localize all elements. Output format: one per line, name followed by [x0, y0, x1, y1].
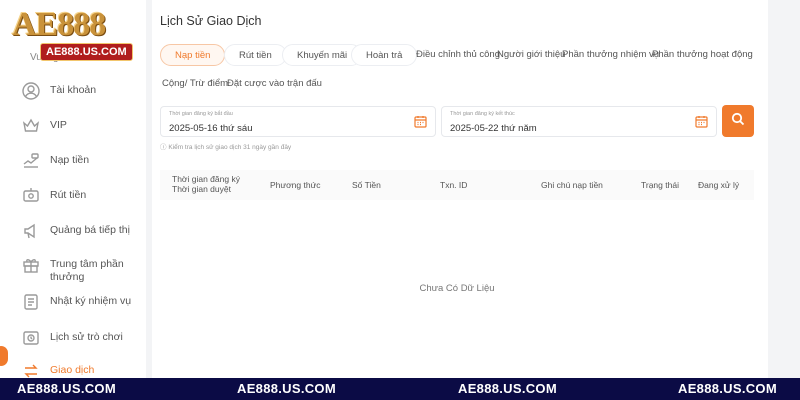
tab-task-reward[interactable]: Phần thưởng nhiệm vụ: [562, 44, 659, 66]
sidebar-item-label: Nhật ký nhiệm vụ: [50, 295, 132, 307]
task-icon: [22, 293, 40, 311]
tab-manual-adjust[interactable]: Điều chỉnh thủ công: [416, 44, 500, 66]
withdraw-icon: [22, 187, 40, 205]
tab-referrer[interactable]: Người giới thiệu: [497, 44, 565, 66]
user-icon: [22, 82, 40, 100]
table-header: Thời gian đăng ký Thời gian duyệt Phương…: [160, 170, 754, 200]
footer-url: AE888.US.COM: [17, 381, 116, 396]
sidebar-item-label: VIP: [50, 119, 67, 131]
col-time-approved: Thời gian duyệt: [172, 184, 231, 194]
search-button[interactable]: [722, 105, 754, 137]
sidebar-item-label: Trung tâm phần thưởng: [50, 258, 124, 283]
logo-wordmark: AE888: [12, 6, 106, 43]
start-date-field[interactable]: Thời gian đăng ký bắt đầu 2025-05-16 thứ…: [160, 106, 436, 137]
end-date-value: 2025-05-22 thứ năm: [450, 123, 537, 134]
sidebar-item-rewards[interactable]: Trung tâm phần thưởng: [22, 256, 142, 284]
col-time: Thời gian đăng ký Thời gian duyệt: [172, 174, 240, 194]
footer-url: AE888.US.COM: [237, 381, 336, 396]
start-date-value: 2025-05-16 thứ sáu: [169, 123, 253, 134]
sidebar-item-label: Rút tiền: [50, 189, 87, 201]
empty-state: Chưa Có Dữ Liệu: [419, 283, 495, 294]
calendar-icon[interactable]: [414, 115, 427, 128]
col-txn-id: Txn. ID: [440, 180, 468, 190]
col-note: Ghi chú nạp tiền: [541, 180, 603, 190]
deposit-icon: [22, 152, 40, 170]
page-title: Lịch Sử Giao Dịch: [160, 14, 262, 28]
tab-match-bets[interactable]: Đặt cược vào trận đấu: [227, 73, 322, 95]
sidebar-item-label: Lịch sử trò chơi: [50, 331, 123, 343]
col-processing: Đang xử lý: [698, 180, 740, 190]
sidebar-item-task-log[interactable]: Nhật ký nhiệm vụ: [22, 293, 142, 311]
sidebar-item-label: Giao dịch: [50, 364, 95, 376]
end-date-label: Thời gian đăng ký kết thúc: [450, 111, 515, 117]
start-date-label: Thời gian đăng ký bắt đầu: [169, 111, 233, 117]
calendar-icon[interactable]: [695, 115, 708, 128]
transaction-icon: [22, 362, 40, 378]
transaction-history-panel: Lịch Sử Giao Dịch Nạp tiền Rút tiền Khuy…: [152, 0, 768, 378]
vip-icon: [22, 117, 40, 135]
footer-url: AE888.US.COM: [678, 381, 777, 396]
hint-text: Kiểm tra lịch sử giao dịch 31 ngày gần đ…: [168, 144, 292, 151]
brand-logo[interactable]: AE888 AE888.US.COM: [0, 0, 148, 64]
sidebar-item-label: Nạp tiền: [50, 154, 90, 166]
sidebar-item-account[interactable]: Tài khoản: [22, 82, 142, 100]
col-amount: Số Tiền: [352, 180, 381, 190]
tab-activity-reward[interactable]: Phần thưởng hoạt động: [652, 44, 753, 66]
tab-deposit[interactable]: Nạp tiền: [160, 44, 226, 66]
sidebar-item-deposit[interactable]: Nạp tiền: [22, 152, 142, 170]
gift-icon: [22, 256, 40, 274]
sidebar-item-transactions[interactable]: Giao dịch: [22, 362, 142, 378]
sidebar-item-vip[interactable]: VIP: [22, 117, 142, 135]
tab-withdraw[interactable]: Rút tiền: [224, 44, 287, 66]
sidebar-item-promo[interactable]: Quảng bá tiếp thị: [22, 222, 142, 240]
col-status: Trạng thái: [641, 180, 679, 190]
tab-rebate[interactable]: Hoàn trả: [351, 44, 418, 66]
logo-url-badge: AE888.US.COM: [40, 43, 133, 61]
footer-banner: AE888.US.COM AE888.US.COM AE888.US.COM A…: [0, 378, 800, 400]
support-bubble[interactable]: [0, 346, 8, 366]
end-date-field[interactable]: Thời gian đăng ký kết thúc 2025-05-22 th…: [441, 106, 717, 137]
sidebar-item-label: Quảng bá tiếp thị: [50, 224, 130, 236]
sidebar-item-withdraw[interactable]: Rút tiền: [22, 187, 142, 205]
search-icon: [731, 112, 745, 131]
promo-icon: [22, 222, 40, 240]
sidebar-item-label: Tài khoản: [50, 84, 97, 96]
sidebar-item-game-history[interactable]: Lịch sử trò chơi: [22, 329, 142, 347]
table-body: Chưa Có Dữ Liệu: [160, 200, 754, 378]
tab-points-adjust[interactable]: Cộng/ Trừ điểm: [162, 73, 228, 95]
col-method: Phương thức: [270, 180, 321, 190]
history-icon: [22, 329, 40, 347]
date-range-hint: ⓘ Kiểm tra lịch sử giao dịch 31 ngày gần…: [160, 144, 292, 151]
col-time-registered: Thời gian đăng ký: [172, 174, 240, 184]
footer-url: AE888.US.COM: [458, 381, 557, 396]
